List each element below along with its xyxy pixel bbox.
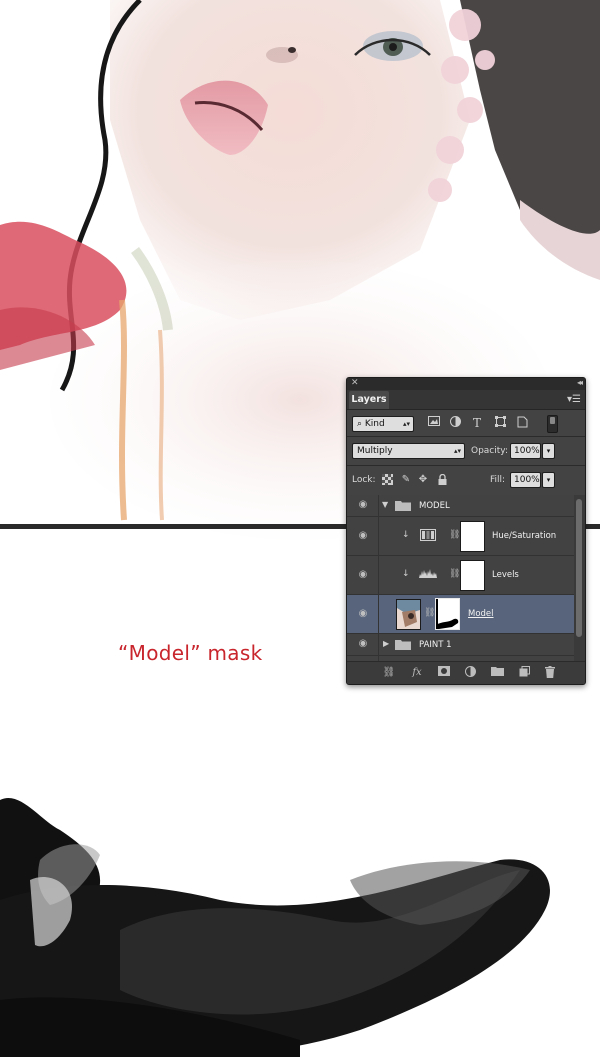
eye-icon[interactable]: ◉: [355, 608, 371, 619]
filter-kind-dropdown[interactable]: ⌕ Kind ▴▾: [352, 416, 414, 432]
visibility-column-divider: [378, 495, 379, 661]
mask-link-icon[interactable]: ⛓: [449, 530, 460, 540]
layer-name: PAINT 1: [419, 640, 452, 650]
lock-image-pixels-icon[interactable]: ✎: [400, 474, 412, 486]
collapse-icon[interactable]: ◂◂: [577, 378, 583, 387]
clipping-arrow-icon: ↓: [402, 569, 410, 579]
mask-link-icon[interactable]: ⛓: [449, 569, 460, 579]
filter-row: ⌕ Kind ▴▾ T: [347, 410, 585, 436]
opacity-dropdown-icon[interactable]: ▾: [542, 443, 555, 459]
layer-row-levels[interactable]: ◉ ↓ ⛓ Levels: [347, 556, 574, 595]
fill-field[interactable]: 100%: [510, 472, 541, 488]
layer-name: Hue/Saturation: [492, 531, 557, 541]
lock-all-icon[interactable]: [436, 473, 448, 486]
layers-list: ◉ ▼ MODEL ◉ ↓ ⛓ Hue/Saturation ◉ ↓ ⛓ Lev…: [347, 495, 574, 661]
shape-filter-icon[interactable]: [493, 416, 507, 430]
smart-object-filter-icon[interactable]: [515, 416, 529, 430]
disclosure-closed-icon[interactable]: ▶: [383, 639, 389, 648]
layer-mask-thumbnail[interactable]: [435, 598, 460, 630]
panel-menu-icon[interactable]: ▾☰: [567, 394, 581, 405]
search-icon: ⌕: [357, 419, 365, 429]
panel-tab-row: Layers ▾☰: [347, 390, 585, 410]
separator: [347, 436, 585, 437]
disclosure-open-icon[interactable]: ▼: [382, 500, 388, 509]
add-mask-icon[interactable]: [437, 666, 451, 680]
tab-layers[interactable]: Layers: [349, 391, 389, 409]
new-adjustment-icon[interactable]: [463, 666, 477, 680]
filter-toggle-icon[interactable]: [547, 415, 558, 433]
layer-row-paint-1-group[interactable]: ◉ ▶ PAINT 1: [347, 634, 574, 656]
fill-dropdown-icon[interactable]: ▾: [542, 472, 555, 488]
new-group-icon[interactable]: [490, 666, 504, 680]
new-layer-icon[interactable]: [517, 666, 531, 680]
caption-text: “Model” mask: [118, 641, 263, 665]
filter-kind-label: Kind: [364, 419, 385, 429]
layer-row-model-group[interactable]: ◉ ▼ MODEL: [347, 495, 574, 517]
close-icon[interactable]: ✕: [351, 378, 359, 388]
lock-transparent-pixels-icon[interactable]: [381, 474, 393, 486]
layers-panel: ✕ ◂◂ Layers ▾☰ ⌕ Kind ▴▾ T Multiply ▴▾ O…: [346, 377, 586, 685]
type-filter-icon[interactable]: T: [470, 416, 484, 430]
folder-icon: [395, 639, 411, 653]
chevron-updown-icon: ▴▾: [402, 420, 410, 428]
scrollbar-thumb[interactable]: [576, 499, 582, 637]
levels-icon: [419, 568, 437, 582]
panel-titlebar[interactable]: ✕ ◂◂: [347, 378, 585, 390]
layers-scrollbar[interactable]: [574, 495, 585, 661]
fill-label: Fill:: [490, 475, 506, 485]
clipping-arrow-icon: ↓: [402, 530, 410, 540]
image-filter-icon[interactable]: [427, 416, 441, 430]
hue-saturation-icon: [419, 529, 437, 543]
link-layers-icon[interactable]: ⛓: [382, 666, 396, 680]
folder-icon: [395, 500, 411, 514]
layer-row-hue-saturation[interactable]: ◉ ↓ ⛓ Hue/Saturation: [347, 517, 574, 556]
layer-name: MODEL: [419, 501, 450, 511]
blend-mode-value: Multiply: [357, 446, 393, 456]
eye-icon[interactable]: ◉: [355, 499, 371, 510]
opacity-label: Opacity:: [471, 446, 508, 456]
mask-link-icon[interactable]: ⛓: [424, 608, 435, 618]
lock-label: Lock:: [352, 475, 376, 485]
layer-row-model[interactable]: ◉ ⛓ Model: [347, 595, 574, 634]
eye-icon[interactable]: ◉: [355, 569, 371, 580]
opacity-field[interactable]: 100%: [510, 443, 541, 459]
eye-icon[interactable]: ◉: [355, 638, 371, 649]
adjustment-filter-icon[interactable]: [448, 416, 462, 430]
trash-icon[interactable]: [543, 666, 557, 680]
layer-mask-thumbnail[interactable]: [460, 521, 485, 552]
layer-image-thumbnail[interactable]: [396, 599, 421, 630]
layer-name: Model: [468, 609, 494, 619]
fx-icon[interactable]: fx: [410, 666, 424, 680]
panel-bottom-toolbar: ⛓ fx: [347, 661, 585, 684]
blend-mode-dropdown[interactable]: Multiply ▴▾: [352, 443, 465, 459]
separator: [347, 465, 585, 466]
chevron-updown-icon: ▴▾: [453, 447, 461, 455]
eye-icon[interactable]: ◉: [355, 530, 371, 541]
lock-position-icon[interactable]: ✥: [417, 474, 429, 486]
layer-mask-thumbnail[interactable]: [460, 560, 485, 591]
layer-name: Levels: [492, 570, 519, 580]
